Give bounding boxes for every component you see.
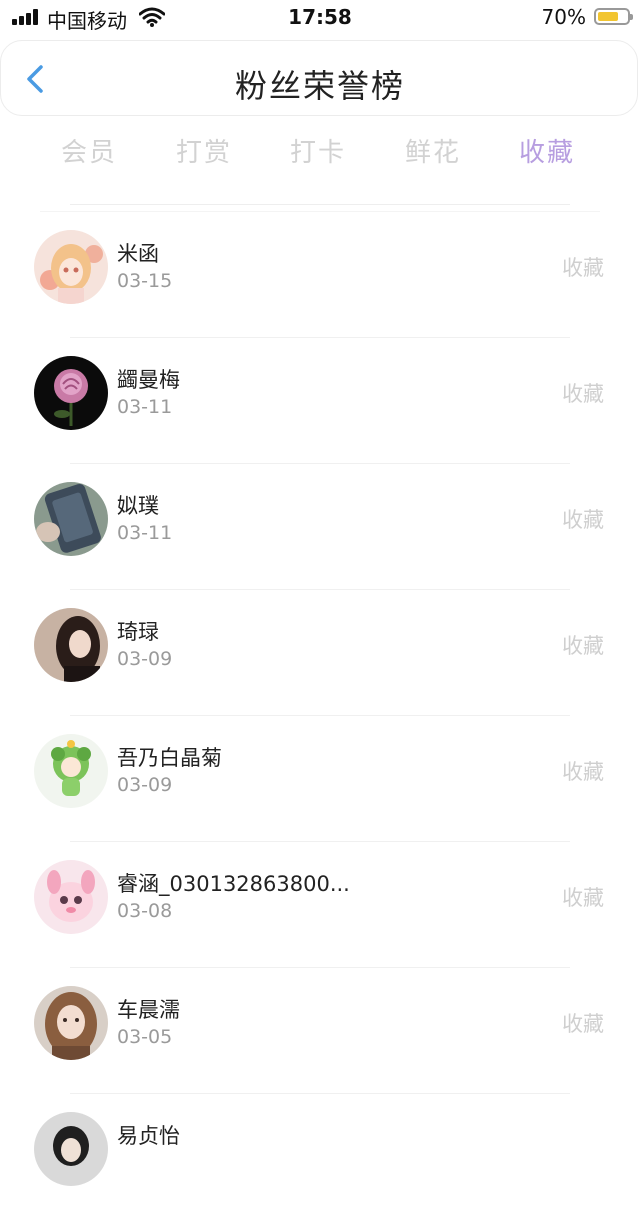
battery-icon [594, 8, 633, 25]
avatar[interactable] [34, 986, 108, 1060]
favorite-label: 收藏 [562, 508, 604, 532]
list-item[interactable]: 吾乃白晶菊 03-09 收藏 [0, 716, 640, 842]
list-item[interactable]: 蠲曼梅 03-11 收藏 [0, 338, 640, 464]
avatar[interactable] [34, 1112, 108, 1186]
list-item[interactable]: 易贞怡 [0, 1094, 640, 1220]
avatar[interactable] [34, 860, 108, 934]
fan-name: 睿涵_030132863800... [117, 872, 350, 896]
page-title: 粉丝荣誉榜 [234, 67, 405, 105]
tab-flowers[interactable]: 鲜花 [383, 132, 483, 169]
battery-percentage: 70% [541, 5, 586, 29]
tabs-divider [70, 204, 570, 205]
fan-date: 03-11 [117, 396, 173, 418]
fan-date: 03-15 [117, 270, 173, 292]
list-item[interactable]: 米函 03-15 收藏 [0, 212, 640, 338]
favorite-label: 收藏 [562, 760, 604, 784]
avatar[interactable] [34, 230, 108, 304]
fan-date: 03-08 [117, 900, 173, 922]
avatar[interactable] [34, 356, 108, 430]
fan-name: 琦琭 [117, 620, 159, 644]
fan-name: 姒璞 [117, 494, 159, 518]
avatar[interactable] [34, 734, 108, 808]
list-item[interactable]: 车晨濡 03-05 收藏 [0, 968, 640, 1094]
favorite-label: 收藏 [562, 256, 604, 280]
tab-bar: 会员 打赏 打卡 鲜花 收藏 [0, 132, 640, 176]
fan-name: 吾乃白晶菊 [117, 746, 222, 770]
avatar[interactable] [34, 608, 108, 682]
fan-name: 蠲曼梅 [117, 368, 180, 392]
list-item[interactable]: 姒璞 03-11 收藏 [0, 464, 640, 590]
fan-name: 米函 [117, 242, 159, 266]
status-bar: 中国移动 17:58 70% [0, 0, 640, 36]
fan-date: 03-05 [117, 1026, 173, 1048]
list-item[interactable]: 睿涵_030132863800... 03-08 收藏 [0, 842, 640, 968]
tab-membership[interactable]: 会员 [39, 132, 139, 169]
fan-date: 03-09 [117, 774, 173, 796]
navigation-header: 粉丝荣誉榜 [0, 40, 638, 116]
fan-date: 03-09 [117, 648, 173, 670]
tab-tipping[interactable]: 打赏 [154, 132, 254, 169]
favorite-label: 收藏 [562, 886, 604, 910]
fan-name: 车晨濡 [117, 998, 180, 1022]
fan-date: 03-11 [117, 522, 173, 544]
favorite-label: 收藏 [562, 382, 604, 406]
tab-checkin[interactable]: 打卡 [268, 132, 368, 169]
avatar[interactable] [34, 482, 108, 556]
favorite-label: 收藏 [562, 634, 604, 658]
tab-favorites[interactable]: 收藏 [497, 132, 597, 169]
list-item[interactable]: 琦琭 03-09 收藏 [0, 590, 640, 716]
favorite-label: 收藏 [562, 1012, 604, 1036]
fan-name: 易贞怡 [117, 1124, 180, 1148]
